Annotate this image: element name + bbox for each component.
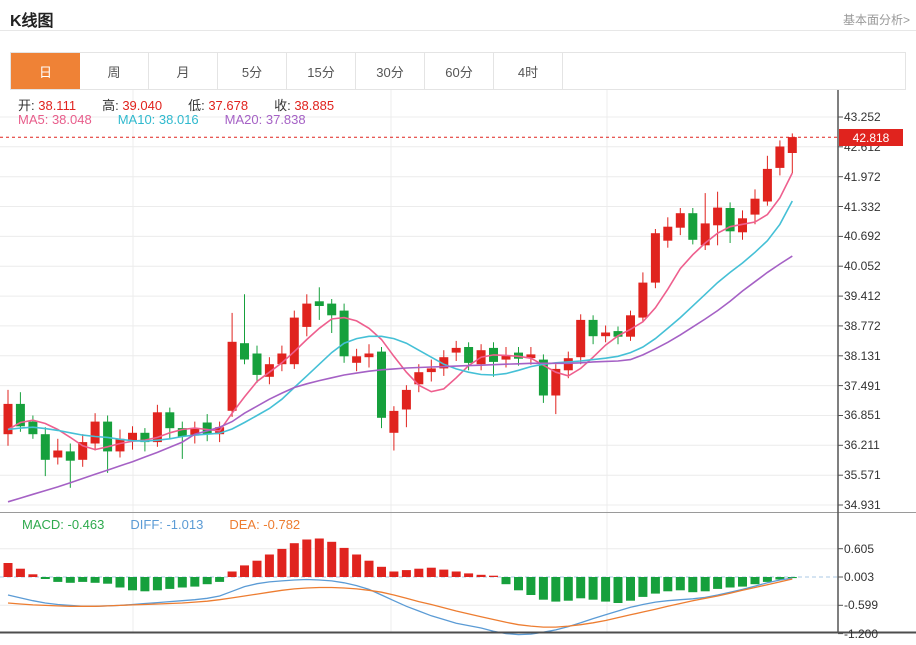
- legend-item: 高: 39.040: [102, 98, 162, 113]
- ma20-line: [8, 256, 792, 502]
- legend-item: 收: 38.885: [274, 98, 334, 113]
- diff-line: [8, 578, 792, 635]
- legend-item: MA5: 38.048: [18, 112, 92, 127]
- candles[interactable]: [4, 133, 797, 487]
- ma5-line: [8, 173, 792, 450]
- macd-histogram: [4, 539, 797, 604]
- y-axis-label: 38.131: [844, 349, 881, 363]
- ma10-line: [8, 201, 792, 441]
- legend-item: MA20: 37.838: [225, 112, 306, 127]
- legend-item: DEA: -0.782: [229, 517, 300, 532]
- y-axis-label: 35.571: [844, 468, 881, 482]
- legend-item: MA10: 38.016: [118, 112, 199, 127]
- macd-legend: MACD: -0.463 DIFF: -1.013 DEA: -0.782: [22, 517, 326, 532]
- y-axis-label: 0.003: [844, 570, 874, 584]
- y-axis-label: 37.491: [844, 379, 881, 393]
- y-axis-label: 40.052: [844, 259, 881, 273]
- legend-item: DIFF: -1.013: [130, 517, 203, 532]
- y-axis-label: -0.599: [844, 598, 878, 612]
- kline-page: K线图 基本面分析> 日周月5分15分30分60分4时 开: 38.111高: …: [0, 0, 916, 645]
- y-axis-label: 41.972: [844, 170, 881, 184]
- y-axis-label: 38.772: [844, 319, 881, 333]
- y-axis-label: 41.332: [844, 200, 881, 214]
- y-axis-label: 36.851: [844, 408, 881, 422]
- current-price-tag: 42.818: [839, 129, 903, 146]
- legend-item: 低: 37.678: [188, 98, 248, 113]
- y-axis-label: -1.200: [844, 627, 878, 641]
- ma-legend: MA5: 38.048 MA10: 38.016 MA20: 37.838: [18, 112, 332, 127]
- y-axis-label: 40.692: [844, 229, 881, 243]
- legend-item: MACD: -0.463: [22, 517, 104, 532]
- y-axis-label: 39.412: [844, 289, 881, 303]
- y-axis-label: 36.211: [844, 438, 880, 452]
- legend-item: 开: 38.111: [18, 98, 76, 113]
- y-axis-label: 0.605: [844, 542, 874, 556]
- y-axis-label: 34.931: [844, 498, 881, 512]
- y-axis-label: 43.252: [844, 110, 881, 124]
